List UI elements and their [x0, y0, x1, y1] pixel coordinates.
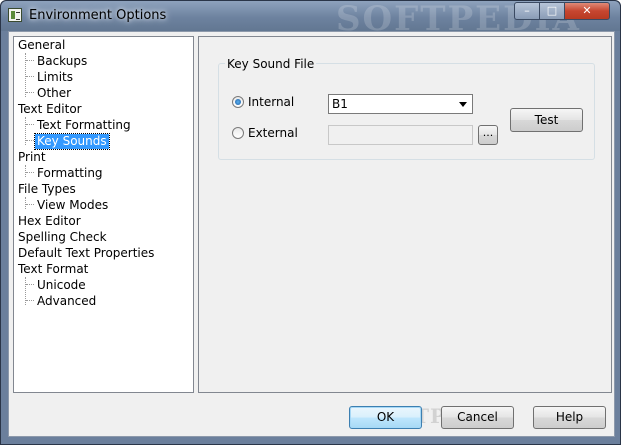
tree-item-default-text-properties[interactable]: Default Text Properties [18, 246, 154, 261]
dialog-client-area: General Backups Limits Other Text Editor… [8, 31, 615, 437]
external-radio[interactable] [232, 127, 244, 139]
tree-connector [26, 76, 34, 77]
help-button[interactable]: Help [533, 406, 606, 429]
minimize-button[interactable]: – [514, 2, 540, 20]
tree-item-file-types[interactable]: File Types [18, 182, 76, 197]
tree-item-print[interactable]: Print [18, 150, 46, 165]
internal-sound-value: B1 [332, 97, 348, 111]
tree-connector [25, 165, 26, 177]
browse-button[interactable]: ... [478, 125, 498, 145]
close-button[interactable]: ✕ [564, 2, 610, 20]
tree-connector [26, 172, 34, 173]
tree-item-advanced[interactable]: Advanced [37, 294, 96, 309]
tree-item-text-editor[interactable]: Text Editor [18, 102, 82, 117]
tree-connector [26, 300, 34, 301]
internal-radio[interactable] [232, 96, 244, 108]
title-bar[interactable]: Environment Options SOFTPEDIA – □ ✕ [1, 0, 620, 39]
cancel-button[interactable]: Cancel [441, 406, 514, 429]
tree-item-view-modes[interactable]: View Modes [37, 198, 108, 213]
tree-connector [26, 140, 34, 141]
tree-item-hex-editor[interactable]: Hex Editor [18, 214, 81, 229]
tree-item-text-format[interactable]: Text Format [18, 262, 88, 277]
tree-item-backups[interactable]: Backups [37, 54, 87, 69]
ok-button[interactable]: OK [349, 406, 422, 429]
chevron-down-icon [459, 102, 467, 107]
window-title: Environment Options [29, 8, 167, 23]
tree-item-spelling-check[interactable]: Spelling Check [18, 230, 107, 245]
tree-item-general[interactable]: General [18, 38, 65, 53]
test-button[interactable]: Test [510, 108, 583, 132]
tree-item-text-formatting[interactable]: Text Formatting [37, 118, 131, 133]
tree-connector [26, 92, 34, 93]
tree-item-limits[interactable]: Limits [37, 70, 73, 85]
tree-connector [26, 124, 34, 125]
environment-options-window: Environment Options SOFTPEDIA – □ ✕ Gene… [0, 0, 621, 445]
external-label[interactable]: External [248, 126, 298, 140]
internal-label[interactable]: Internal [248, 95, 294, 109]
tree-item-other[interactable]: Other [37, 86, 71, 101]
external-file-field[interactable] [328, 125, 473, 145]
key-sound-file-group-title: Key Sound File [225, 57, 317, 71]
tree-connector [26, 60, 34, 61]
internal-sound-select[interactable]: B1 [328, 94, 473, 114]
tree-connector [26, 284, 34, 285]
tree-item-key-sounds[interactable]: Key Sounds [34, 133, 110, 150]
tree-connector [26, 204, 34, 205]
key-sounds-panel: Key Sound File Internal B1 External ... … [198, 36, 612, 393]
app-icon[interactable] [8, 8, 22, 22]
tree-item-formatting[interactable]: Formatting [37, 166, 103, 181]
options-tree[interactable]: General Backups Limits Other Text Editor… [13, 36, 194, 393]
tree-connector [25, 197, 26, 209]
tree-item-unicode[interactable]: Unicode [37, 278, 86, 293]
maximize-button[interactable]: □ [539, 2, 565, 20]
